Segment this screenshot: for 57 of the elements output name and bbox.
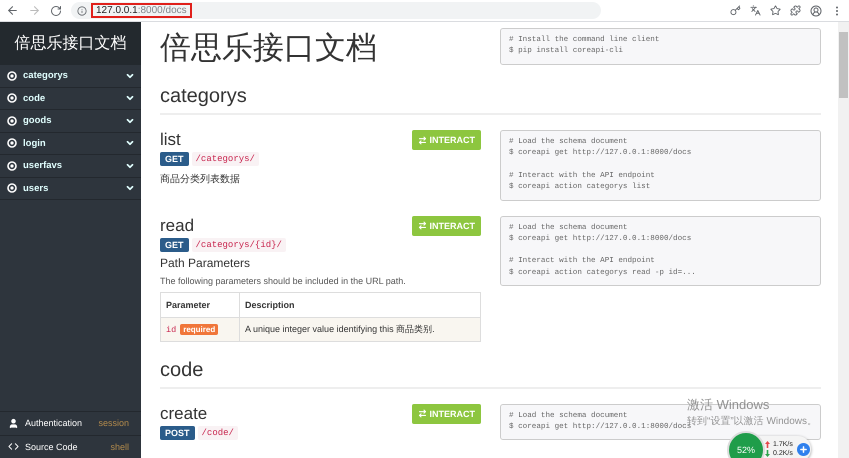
method-badge: POST: [160, 426, 195, 440]
page-title: 倍思乐接口文档: [160, 29, 378, 67]
swap-arrows-icon: [418, 409, 426, 418]
method-badge: GET: [160, 152, 189, 166]
url-text: 127.0.0.1:8000/docs: [91, 3, 192, 18]
sidebar-item[interactable]: login: [0, 132, 141, 155]
footer-label: Authentication: [25, 418, 82, 428]
method-badge: GET: [160, 238, 189, 252]
sidebar-item[interactable]: userfavs: [0, 155, 141, 178]
sidebar-item[interactable]: goods: [0, 110, 141, 132]
sidebar-item[interactable]: users: [0, 178, 141, 200]
parameters-note: The following parameters should be included in the URL path.: [160, 276, 407, 286]
activation-title: 激活 Windows: [687, 396, 770, 414]
plus-icon[interactable]: [796, 442, 810, 456]
profile-icon[interactable]: [810, 4, 822, 16]
footer-label: Source Code: [25, 442, 78, 452]
target-icon: [7, 70, 17, 81]
swap-arrows-icon: [418, 136, 426, 144]
scrollbar[interactable]: [838, 22, 849, 458]
target-icon: [7, 93, 17, 104]
column-header: Parameter: [160, 292, 240, 318]
parameter-name: id: [166, 324, 176, 335]
endpoint-title: list: [160, 130, 181, 150]
section-title: code: [160, 358, 821, 389]
parameters-heading: Path Parameters: [160, 256, 252, 270]
endpoint-path: /categorys/{id}/: [192, 238, 286, 252]
extension-icon[interactable]: [790, 5, 801, 16]
footer-link[interactable]: session: [98, 418, 129, 428]
reload-icon[interactable]: [50, 4, 62, 16]
endpoint-title: read: [160, 216, 194, 236]
bookmark-star-icon[interactable]: [770, 5, 781, 16]
sidebar-item[interactable]: categorys: [0, 65, 141, 88]
info-icon[interactable]: [77, 6, 87, 16]
endpoint-path: /code/: [198, 426, 238, 440]
key-icon[interactable]: [730, 5, 741, 16]
back-icon[interactable]: [6, 4, 19, 17]
column-header: Description: [240, 292, 480, 318]
section-title: categorys: [160, 85, 821, 115]
endpoint-description: 商品分类列表数据: [160, 172, 241, 186]
table-cell: A unique integer value identifying this 商品类别.: [240, 317, 480, 342]
endpoint-path: /categorys/: [192, 152, 259, 166]
target-icon: [7, 160, 17, 171]
required-badge: required: [180, 324, 218, 335]
sidebar-item[interactable]: code: [0, 88, 141, 110]
down-arrow-icon: [765, 450, 770, 457]
code-icon: [8, 441, 19, 452]
translate-icon[interactable]: [750, 5, 761, 16]
sidebar-title: 倍思乐接口文档: [0, 22, 141, 65]
target-icon: [7, 116, 17, 126]
target-icon: [7, 138, 17, 148]
user-icon: [8, 418, 19, 429]
target-icon: [7, 183, 17, 194]
footer-link[interactable]: shell: [110, 442, 129, 452]
address-bar[interactable]: 127.0.0.1:8000/docs: [71, 2, 601, 19]
endpoint-title: create: [160, 404, 208, 424]
swap-arrows-icon: [418, 221, 426, 230]
up-arrow-icon: [765, 441, 770, 448]
